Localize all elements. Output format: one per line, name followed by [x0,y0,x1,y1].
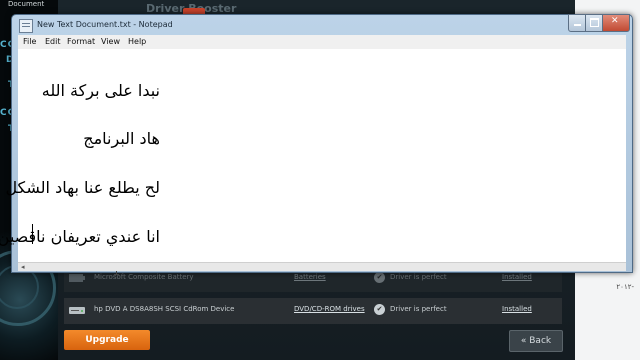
driver-category-link[interactable]: DVD/CD-ROM drives [294,305,365,313]
window-controls [568,14,630,32]
notepad-window: New Text Document.txt - Notepad File Edi… [0,14,633,275]
notepad-title: New Text Document.txt - Notepad [37,20,173,29]
driver-action-link[interactable]: Installed [502,273,532,281]
scroll-left-icon[interactable]: ◂ [21,263,25,271]
back-button[interactable]: « Back [509,330,563,352]
driver-status: Driver is perfect [390,305,447,313]
text-caret [32,224,33,244]
desktop-window-label: Document [8,0,45,8]
text-editor[interactable]: نبدا على بركة الله هاد البرنامج لح يطلع … [0,49,626,275]
driver-row[interactable]: hp DVD A DS8A8SH SCSI CdRom Device DVD/C… [64,298,562,324]
dvd-drive-icon [68,302,86,318]
menu-help[interactable]: Help [128,37,146,46]
text-line: لح يطلع عنا بهاد الشكل [5,178,160,197]
text-line: نبدا على بركة الله [41,81,160,100]
driver-category-link[interactable]: Batteries [294,273,326,281]
menu-file[interactable]: File [23,37,36,46]
text-line: هاد البرنامج [83,129,160,148]
desktop-number: ٢٠١٢- [616,283,634,291]
text-line: انا عندي تعريفان ناقصين نت [0,227,160,246]
notepad-titlebar[interactable]: New Text Document.txt - Notepad [12,15,632,35]
driver-name: hp DVD A DS8A8SH SCSI CdRom Device [94,305,235,313]
driver-action-link[interactable]: Installed [502,305,532,313]
horizontal-scrollbar[interactable]: ◂ [18,262,626,271]
back-button-label: Back [529,336,552,346]
menu-bar: File Edit Format View Help [18,35,626,49]
driver-status: Driver is perfect [390,273,447,281]
driver-name: Microsoft Composite Battery [94,273,194,281]
menu-edit[interactable]: Edit [45,37,61,46]
menu-format[interactable]: Format [67,37,95,46]
notepad-icon [19,19,33,33]
upgrade-button[interactable]: Upgrade [64,330,150,350]
check-icon: ✔ [374,272,385,283]
check-icon: ✔ [374,304,385,315]
menu-view[interactable]: View [101,37,120,46]
close-icon[interactable] [602,14,630,32]
